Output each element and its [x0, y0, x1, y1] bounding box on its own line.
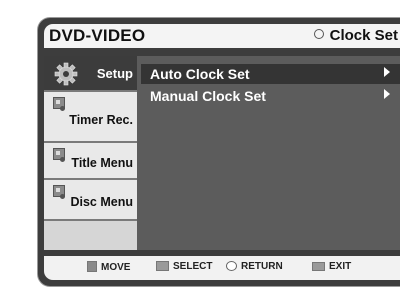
sidebar: Setup Timer Rec. Title Menu Disc Menu	[44, 56, 137, 250]
sidebar-item-label: Setup	[96, 66, 133, 81]
gear-icon	[54, 62, 78, 86]
footer-exit: EXIT	[312, 261, 351, 275]
return-icon	[226, 261, 237, 271]
menu-item-label: Auto Clock Set	[150, 66, 250, 82]
disc-dot-icon	[60, 194, 65, 199]
sidebar-item-label: Title Menu	[71, 156, 133, 170]
title-dot-icon	[60, 157, 65, 162]
footer-select: SELECT	[156, 261, 212, 275]
sidebar-item-setup[interactable]: Setup	[44, 56, 137, 92]
menu-item-auto-clock-set[interactable]: Auto Clock Set	[141, 64, 400, 84]
menu-item-manual-clock-set[interactable]: Manual Clock Set	[141, 86, 400, 106]
header-bar: DVD-VIDEO Clock Set	[44, 24, 400, 48]
section-title: Clock Set	[313, 27, 398, 44]
footer-return: RETURN	[226, 261, 283, 275]
footer-move-label: MOVE	[101, 262, 131, 273]
footer-exit-label: EXIT	[329, 261, 352, 272]
footer-return-label: RETURN	[241, 261, 283, 272]
sidebar-item-disc-menu[interactable]: Disc Menu	[44, 180, 137, 221]
chevron-right-icon	[384, 67, 390, 77]
sidebar-item-label: Disc Menu	[70, 195, 133, 209]
sidebar-item-label: Timer Rec.	[69, 113, 133, 127]
menu-content: Auto Clock Set Manual Clock Set	[137, 56, 400, 250]
exit-icon	[312, 262, 325, 271]
page-title: DVD-VIDEO	[49, 26, 146, 45]
chevron-right-icon	[384, 89, 390, 99]
ring-icon	[313, 29, 324, 39]
sidebar-item-timer-rec[interactable]: Timer Rec.	[44, 92, 137, 143]
footer-move: MOVE	[87, 261, 130, 275]
footer-select-label: SELECT	[173, 261, 213, 272]
menu-item-label: Manual Clock Set	[150, 88, 266, 104]
footer-help-bar: MOVE SELECT RETURN EXIT	[44, 256, 400, 280]
section-label: Clock Set	[329, 27, 398, 44]
sidebar-item-title-menu[interactable]: Title Menu	[44, 143, 137, 180]
updown-icon	[87, 261, 97, 272]
enter-icon	[156, 261, 169, 271]
timer-dot-icon	[60, 106, 65, 111]
